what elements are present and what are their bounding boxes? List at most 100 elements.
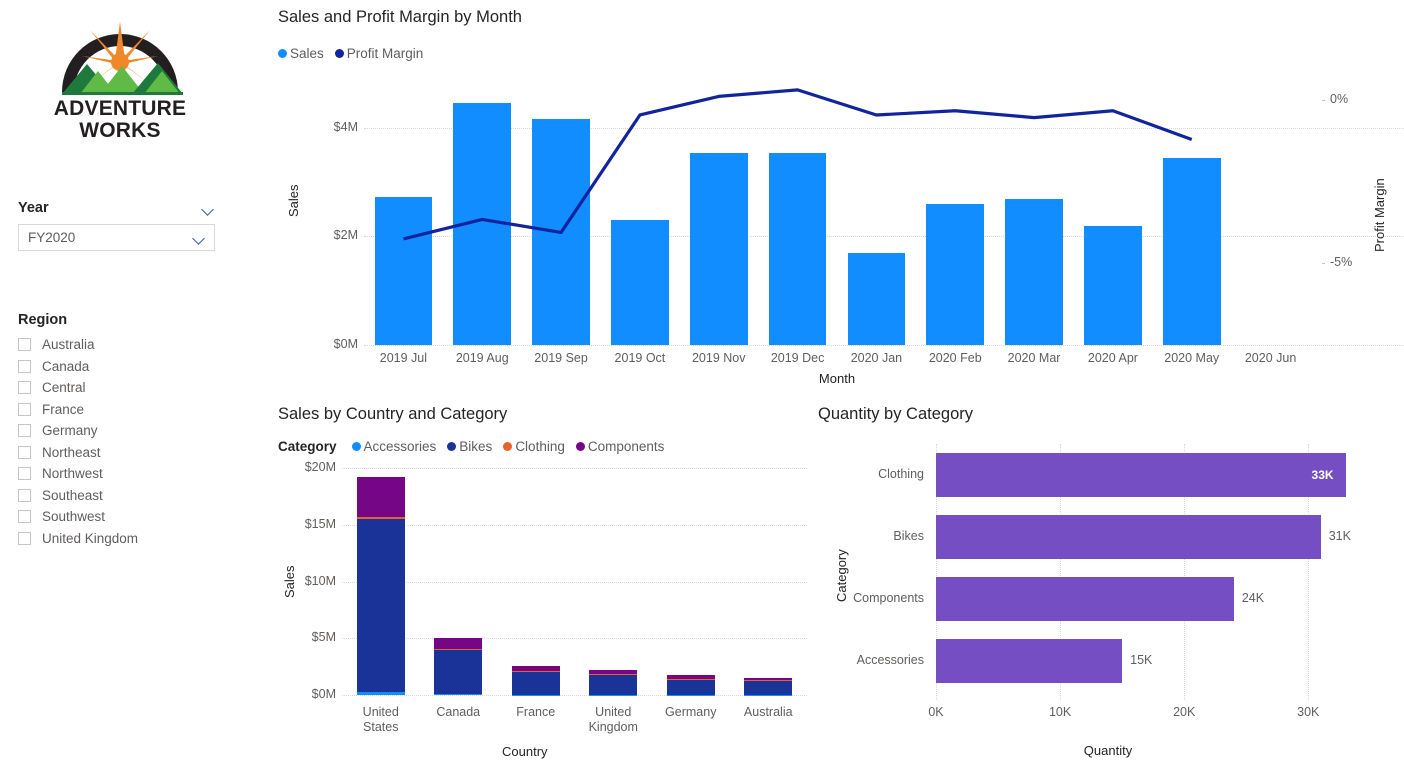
chart3-y-axis-label: Category — [834, 549, 849, 602]
chart1-bar[interactable] — [847, 252, 906, 345]
chart2-stack-segment[interactable] — [434, 649, 483, 651]
chart2-stack-segment[interactable] — [511, 670, 560, 672]
region-item-united-kingdom[interactable]: United Kingdom — [18, 528, 233, 550]
chart2-stack-segment[interactable] — [356, 519, 405, 693]
region-item-northeast[interactable]: Northeast — [18, 442, 233, 464]
quantity-by-category-visual[interactable]: Quantity by Category 0K 10K 20K 30K Clothing… — [812, 402, 1404, 778]
sales-profit-by-month-visual[interactable]: Sales and Profit Margin by Month Sales Pr… — [272, 4, 1404, 389]
chart1-bar[interactable] — [768, 152, 827, 345]
checkbox-icon[interactable] — [18, 531, 31, 545]
year-dropdown[interactable]: FY2020 — [18, 224, 215, 251]
checkbox-icon[interactable] — [18, 488, 31, 502]
region-item-label: Australia — [42, 337, 95, 353]
chart1-y2-tick: -5% — [1330, 255, 1353, 270]
checkbox-icon[interactable] — [18, 338, 31, 352]
chart3-plot-area[interactable]: 0K 10K 20K 30K Clothing 33K Bikes 31K Components… — [812, 402, 1404, 778]
checkbox-icon[interactable] — [18, 381, 31, 395]
chart2-stack-segment[interactable] — [511, 694, 560, 696]
chart3-x-tick: 20K — [1173, 705, 1196, 719]
region-item-central[interactable]: Central — [18, 377, 233, 399]
region-slicer-title: Region — [18, 312, 68, 328]
year-slicer-header: Year — [18, 200, 215, 224]
region-slicer[interactable]: Region Australia Canada Central France Germa… — [18, 312, 233, 549]
region-item-canada[interactable]: Canada — [18, 356, 233, 378]
chart2-stack-segment[interactable] — [589, 674, 638, 695]
checkbox-icon[interactable] — [18, 424, 31, 438]
chart1-y-tick: $2M — [333, 228, 358, 243]
sales-by-country-category-visual[interactable]: Sales by Country and Category Category A… — [272, 402, 812, 778]
region-item-southwest[interactable]: Southwest — [18, 506, 233, 528]
region-item-australia[interactable]: Australia — [18, 334, 233, 356]
chart2-stack-segment[interactable] — [744, 694, 793, 696]
adventure-works-logo: ADVENTURE WORKS — [40, 8, 200, 148]
chart3-data-label: 24K — [1241, 591, 1265, 605]
chart2-stack-segment[interactable] — [666, 678, 715, 680]
chart2-stack-segment[interactable] — [356, 692, 405, 695]
chart2-stack-segment[interactable] — [666, 694, 715, 696]
chart2-x-tick: Canada — [436, 705, 481, 719]
region-item-label: Northeast — [42, 444, 101, 460]
region-item-northwest[interactable]: Northwest — [18, 463, 233, 485]
region-checkbox-list[interactable]: Australia Canada Central France Germany North… — [18, 334, 233, 549]
chart3-x-axis-label: Quantity — [1083, 743, 1133, 758]
checkbox-icon[interactable] — [18, 402, 31, 416]
year-slicer[interactable]: Year FY2020 — [18, 200, 215, 251]
chart3-bar[interactable] — [936, 638, 1123, 684]
chart2-stack-segment[interactable] — [511, 671, 560, 695]
chart1-y2-tick: 0% — [1330, 92, 1349, 107]
checkbox-icon[interactable] — [18, 445, 31, 459]
chart1-bar[interactable] — [926, 203, 985, 345]
chart1-bar[interactable] — [374, 197, 433, 345]
chart1-x-tick: 2020 Jun — [1244, 351, 1297, 365]
sidebar: ADVENTURE WORKS Year FY2020 Region Austr… — [0, 0, 262, 778]
chart2-stack-segment[interactable] — [744, 678, 793, 681]
chart3-x-tick: 30K — [1297, 705, 1320, 719]
chart2-x-tick: Australia — [743, 705, 793, 719]
chart1-bar[interactable] — [1005, 199, 1063, 345]
chart2-stack-segment[interactable] — [589, 674, 638, 676]
chart2-stack-segment[interactable] — [666, 675, 715, 679]
chart2-stack-segment[interactable] — [356, 516, 405, 520]
chart1-bar[interactable] — [1084, 226, 1142, 345]
chart1-profit-margin-line — [403, 88, 1193, 241]
chart2-stack-segment[interactable] — [434, 638, 483, 650]
chart1-x-tick: 2020 Feb — [928, 351, 982, 365]
chart1-bar[interactable] — [689, 152, 748, 345]
chart1-bar[interactable] — [532, 118, 590, 345]
chart1-plot-area[interactable]: $0M $2M $4M 0% -5% 2019 Jul 2019 Aug 2019 Sep 20… — [272, 4, 1404, 389]
chart2-y-tick: $5M — [311, 630, 336, 645]
chart1-bar[interactable] — [611, 219, 669, 345]
chart2-stack-segment[interactable] — [744, 680, 793, 682]
chart2-y-tick: $20M — [304, 460, 336, 474]
chart2-stack-segment[interactable] — [434, 694, 483, 696]
chevron-down-icon[interactable] — [193, 231, 206, 244]
chart2-gridline — [342, 638, 807, 640]
chart2-x-axis-label: Country — [502, 744, 548, 759]
chart2-stack-segment[interactable] — [589, 694, 638, 696]
checkbox-icon[interactable] — [18, 467, 31, 481]
region-item-france[interactable]: France — [18, 399, 233, 421]
chart1-y-axis-label: Sales — [286, 184, 301, 217]
chart1-bar[interactable] — [1162, 157, 1221, 345]
checkbox-icon[interactable] — [18, 510, 31, 524]
chart2-stack-segment[interactable] — [511, 666, 560, 671]
chart2-x-tick: France — [516, 705, 556, 719]
chart1-x-tick: 2019 Aug — [455, 351, 509, 365]
checkbox-icon[interactable] — [18, 359, 31, 373]
chart2-stack-segment[interactable] — [744, 680, 793, 695]
chart3-bar[interactable] — [936, 576, 1234, 622]
chart2-stack-segment[interactable] — [434, 650, 483, 695]
chart1-bar[interactable] — [453, 103, 512, 345]
region-item-southeast[interactable]: Southeast — [18, 485, 233, 507]
chart1-x-tick: 2020 Mar — [1007, 351, 1061, 365]
chart1-x-tick: 2020 Apr — [1087, 351, 1138, 365]
chart3-category-label: Bikes — [893, 529, 924, 543]
chart2-stack-segment[interactable] — [666, 679, 715, 695]
chart3-bar[interactable] — [936, 452, 1346, 498]
region-item-germany[interactable]: Germany — [18, 420, 233, 442]
chevron-down-icon[interactable] — [202, 202, 215, 215]
chart1-x-tick: 2019 Oct — [614, 351, 666, 365]
chart2-stack-segment[interactable] — [356, 477, 405, 517]
chart2-stack-segment[interactable] — [589, 669, 638, 675]
chart3-bar[interactable] — [936, 514, 1321, 560]
